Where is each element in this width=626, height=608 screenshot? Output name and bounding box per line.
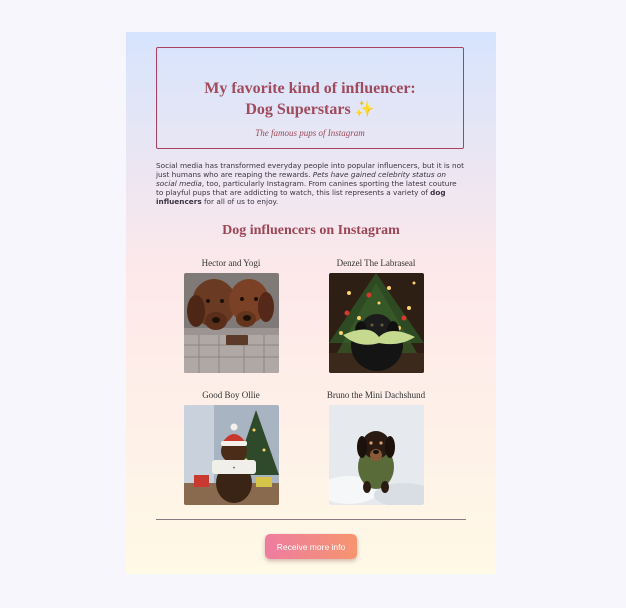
dog-name: Denzel The Labraseal [336,258,416,268]
hero-box: My favorite kind of influencer: Dog Supe… [156,47,464,149]
hero-title-line2: Dog Superstars [245,101,351,118]
dog-name: Good Boy Ollie [202,390,260,400]
dog-card-ollie: Good Boy Ollie ♥ [161,389,301,505]
dachshund-snow-photo [328,405,424,505]
section-title: Dog influencers on Instagram [222,223,400,238]
dog-card-bruno: Bruno the Mini Dachshund [306,389,446,505]
hero-subtitle: The famous pups of Instagram [255,128,365,138]
sparkle-icon: ✨ [354,101,375,118]
dog-name: Hector and Yogi [201,258,261,268]
intro-text-3: for all of us to enjoy. [201,197,279,206]
hero-title: My favorite kind of influencer: Dog Supe… [157,78,463,120]
intro-paragraph: Social media has transformed everyday pe… [156,161,466,206]
two-brown-dogs-photo [183,273,279,373]
hero-title-line1: My favorite kind of influencer: [204,80,416,97]
dog-name: Bruno the Mini Dachshund [326,390,426,400]
divider [156,519,466,520]
dog-card-denzel: Denzel The Labraseal [306,257,446,373]
receive-more-info-button[interactable]: Receive more info [265,534,357,559]
intro-text-2: , too, particularly Instagram. From cani… [156,179,457,197]
newsletter-card: My favorite kind of influencer: Dog Supe… [126,32,496,574]
dog-card-hector-yogi: Hector and Yogi [161,257,301,373]
dachshund-santa-hat-photo: ♥ [183,405,279,505]
black-lab-christmas-photo [328,273,424,373]
